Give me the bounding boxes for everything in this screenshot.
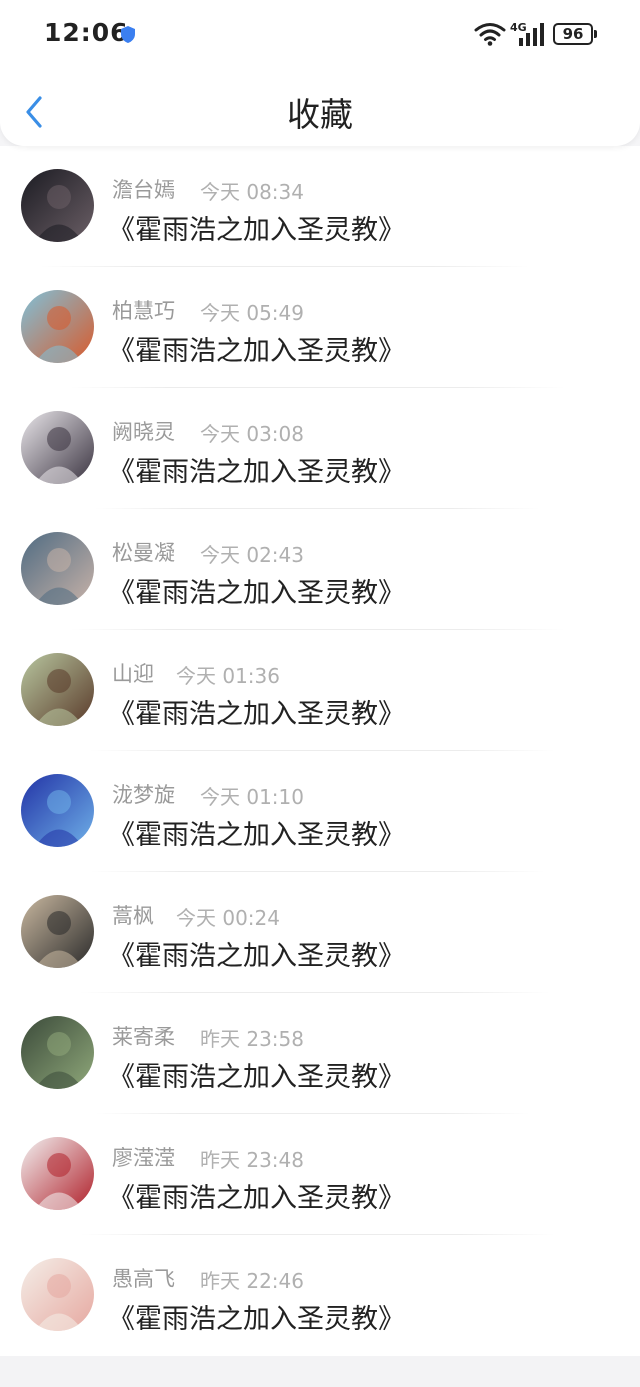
user-name: 廖滢滢: [112, 1146, 175, 1170]
nav-bar: 收藏: [0, 70, 640, 146]
avatar[interactable]: [21, 169, 94, 242]
avatar[interactable]: [21, 653, 94, 726]
favorite-title[interactable]: 《霍雨浩之加入圣灵教》: [108, 450, 405, 489]
avatar[interactable]: [21, 774, 94, 847]
user-name: 澹台嫣: [112, 178, 175, 202]
timestamp: 今天 00:24: [176, 906, 280, 930]
avatar[interactable]: [21, 411, 94, 484]
signal-icon: [518, 22, 546, 50]
user-name: 愚高飞: [112, 1267, 175, 1291]
wifi-icon: [474, 22, 506, 50]
timestamp: 昨天 23:58: [200, 1027, 304, 1051]
avatar[interactable]: [21, 1016, 94, 1089]
timestamp: 今天 08:34: [200, 180, 304, 204]
list-item[interactable]: 松曼凝 今天 02:43 《霍雨浩之加入圣灵教》: [0, 509, 640, 630]
favorite-title[interactable]: 《霍雨浩之加入圣灵教》: [108, 934, 405, 973]
avatar[interactable]: [21, 895, 94, 968]
header: 12:06 4G 96 收藏: [0, 0, 640, 146]
avatar[interactable]: [21, 532, 94, 605]
battery-icon: 96: [553, 23, 593, 45]
avatar[interactable]: [21, 1258, 94, 1331]
list-item[interactable]: 廖滢滢 昨天 23:48 《霍雨浩之加入圣灵教》: [0, 1114, 640, 1235]
list-item[interactable]: 泷梦旋 今天 01:10 《霍雨浩之加入圣灵教》: [0, 751, 640, 872]
user-name: 莱寄柔: [112, 1025, 175, 1049]
list-item[interactable]: 柏慧巧 今天 05:49 《霍雨浩之加入圣灵教》: [0, 267, 640, 388]
list-item[interactable]: 山迎 今天 01:36 《霍雨浩之加入圣灵教》: [0, 630, 640, 751]
page-title: 收藏: [287, 95, 353, 134]
timestamp: 今天 03:08: [200, 422, 304, 446]
user-name: 松曼凝: [112, 541, 175, 565]
shield-icon: [120, 25, 136, 48]
timestamp: 今天 02:43: [200, 543, 304, 567]
favorite-title[interactable]: 《霍雨浩之加入圣灵教》: [108, 1055, 405, 1094]
favorite-title[interactable]: 《霍雨浩之加入圣灵教》: [108, 692, 405, 731]
list-item[interactable]: 澹台嫣 今天 08:34 《霍雨浩之加入圣灵教》: [0, 146, 640, 267]
favorites-list: 澹台嫣 今天 08:34 《霍雨浩之加入圣灵教》 柏慧巧 今天 05:49 《霍雨浩之加入…: [0, 146, 640, 1356]
user-name: 柏慧巧: [112, 299, 175, 323]
battery-tip: [594, 30, 597, 38]
timestamp: 今天 05:49: [200, 301, 304, 325]
timestamp: 今天 01:10: [200, 785, 304, 809]
timestamp: 今天 01:36: [176, 664, 280, 688]
timestamp: 昨天 23:48: [200, 1148, 304, 1172]
list-item[interactable]: 阙晓灵 今天 03:08 《霍雨浩之加入圣灵教》: [0, 388, 640, 509]
favorite-title[interactable]: 《霍雨浩之加入圣灵教》: [108, 329, 405, 368]
status-bar: 12:06 4G 96: [0, 0, 640, 70]
user-name: 阙晓灵: [112, 420, 175, 444]
user-name: 泷梦旋: [112, 783, 175, 807]
list-item[interactable]: 莱寄柔 昨天 23:58 《霍雨浩之加入圣灵教》: [0, 993, 640, 1114]
favorite-title[interactable]: 《霍雨浩之加入圣灵教》: [108, 571, 405, 610]
list-item[interactable]: 蒿枫 今天 00:24 《霍雨浩之加入圣灵教》: [0, 872, 640, 993]
user-name: 山迎: [112, 662, 154, 686]
avatar[interactable]: [21, 1137, 94, 1210]
bottom-area: [0, 1356, 640, 1387]
user-name: 蒿枫: [112, 904, 154, 928]
avatar[interactable]: [21, 290, 94, 363]
favorite-title[interactable]: 《霍雨浩之加入圣灵教》: [108, 1176, 405, 1215]
favorite-title[interactable]: 《霍雨浩之加入圣灵教》: [108, 813, 405, 852]
status-time: 12:06: [44, 18, 129, 47]
favorite-title[interactable]: 《霍雨浩之加入圣灵教》: [108, 1297, 405, 1336]
list-item[interactable]: 愚高飞 昨天 22:46 《霍雨浩之加入圣灵教》: [0, 1235, 640, 1356]
timestamp: 昨天 22:46: [200, 1269, 304, 1293]
favorite-title[interactable]: 《霍雨浩之加入圣灵教》: [108, 208, 405, 247]
